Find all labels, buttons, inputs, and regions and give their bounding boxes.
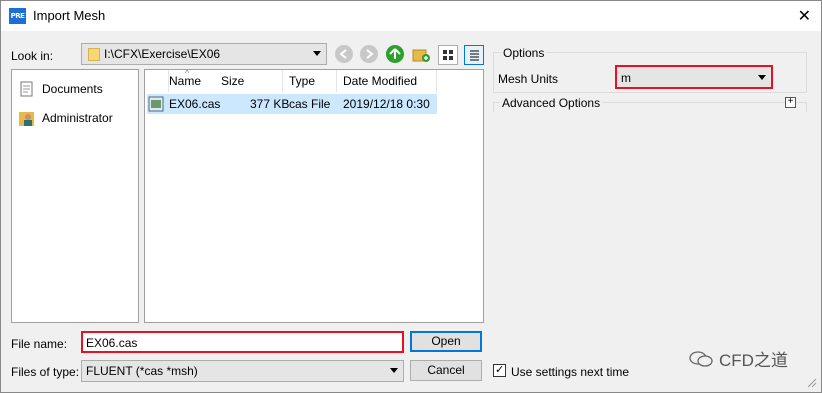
- use-settings-checkbox[interactable]: ✓: [493, 364, 506, 377]
- file-name-field[interactable]: EX06.cas: [81, 331, 404, 353]
- column-header-size[interactable]: Size: [215, 70, 283, 92]
- place-administrator[interactable]: Administrator: [18, 108, 113, 128]
- mesh-units-combo[interactable]: m: [615, 65, 773, 89]
- mesh-units-value: m: [621, 71, 631, 85]
- file-date-cell: 2019/12/18 0:30: [343, 97, 430, 111]
- place-label: Administrator: [42, 111, 113, 125]
- place-label: Documents: [42, 82, 103, 96]
- options-title: Options: [501, 46, 547, 60]
- detail-view-icon[interactable]: [464, 45, 484, 65]
- places-panel: Documents Administrator: [11, 69, 139, 323]
- title-bar: PRE Import Mesh ✕: [1, 1, 821, 31]
- select-column-header: [145, 70, 169, 92]
- check-icon: ✓: [495, 364, 505, 376]
- advanced-options-label[interactable]: Advanced Options: [500, 96, 603, 110]
- column-header-name[interactable]: ^ Name: [169, 68, 219, 92]
- column-header-type[interactable]: Type: [283, 70, 337, 92]
- list-view-icon[interactable]: [438, 45, 458, 65]
- cancel-button[interactable]: Cancel: [410, 360, 482, 381]
- look-in-path: I:\CFX\Exercise\EX06: [104, 47, 221, 61]
- window-title: Import Mesh: [33, 8, 106, 23]
- file-list-panel: ^ Name Size Type Date Modified EX06.cas …: [144, 68, 484, 323]
- close-icon[interactable]: ✕: [798, 6, 811, 26]
- file-type-cell: cas File: [289, 97, 331, 111]
- resize-grip-icon[interactable]: [807, 378, 817, 388]
- look-in-label: Look in:: [11, 49, 54, 63]
- chevron-down-icon: [758, 75, 766, 80]
- file-name-label: File name:: [11, 337, 68, 351]
- mesh-units-label: Mesh Units: [498, 72, 559, 86]
- files-of-type-combo[interactable]: FLUENT (*cas *msh): [81, 360, 404, 382]
- file-size-cell: 377 KB: [250, 97, 290, 111]
- user-folder-icon: [19, 112, 34, 126]
- back-icon[interactable]: [335, 45, 353, 63]
- up-icon[interactable]: [386, 45, 404, 63]
- import-mesh-dialog: PRE Import Mesh ✕ Look in: I:\CFX\Exerci…: [0, 0, 822, 393]
- watermark: CFD之道: [689, 346, 788, 371]
- documents-icon: [20, 81, 33, 97]
- look-in-combo[interactable]: I:\CFX\Exercise\EX06: [81, 43, 327, 65]
- wechat-icon: [689, 350, 713, 367]
- cas-file-icon: [148, 96, 164, 112]
- files-of-type-value: FLUENT (*cas *msh): [86, 364, 198, 378]
- folder-icon: [88, 48, 100, 61]
- expand-icon[interactable]: +: [785, 97, 796, 108]
- column-header-date[interactable]: Date Modified: [337, 70, 437, 92]
- file-name-cell: EX06.cas: [169, 97, 221, 111]
- open-button[interactable]: Open: [410, 331, 482, 352]
- use-settings-label: Use settings next time: [511, 365, 630, 379]
- app-icon: PRE: [9, 8, 26, 24]
- table-row[interactable]: EX06.cas 377 KB cas File 2019/12/18 0:30: [147, 94, 437, 114]
- chevron-down-icon: [390, 368, 398, 373]
- chevron-down-icon: [313, 51, 321, 56]
- watermark-text: CFD之道: [719, 351, 788, 370]
- files-of-type-label: Files of type:: [11, 365, 80, 379]
- forward-icon[interactable]: [360, 45, 378, 63]
- place-documents[interactable]: Documents: [18, 80, 103, 98]
- new-folder-icon[interactable]: [412, 45, 430, 63]
